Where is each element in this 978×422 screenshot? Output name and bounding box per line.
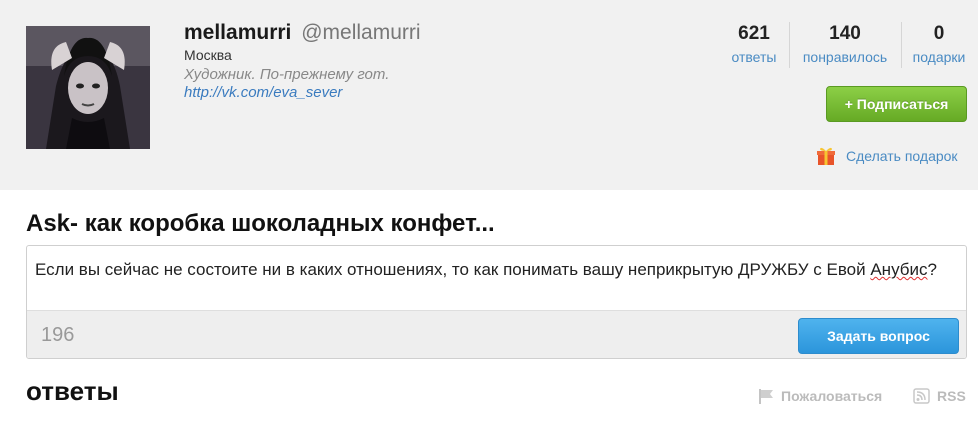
ask-question-button[interactable]: Задать вопрос	[798, 318, 959, 354]
stat-likes[interactable]: 140 понравилось	[797, 22, 893, 68]
question-text-misspelled: Анубис	[870, 260, 928, 279]
profile-handle: @mellamurri	[301, 21, 421, 44]
stat-answers-value: 621	[738, 23, 770, 44]
profile-link[interactable]: http://vk.com/eva_sever	[184, 84, 342, 101]
rss-icon	[913, 388, 930, 404]
question-input[interactable]: Если вы сейчас не состоите ни в каких от…	[35, 258, 955, 281]
report-label: Пожаловаться	[781, 388, 883, 404]
profile-photo-icon	[26, 26, 150, 149]
stat-likes-value: 140	[829, 23, 861, 44]
ask-title: Ask- как коробка шоколадных конфет...	[26, 210, 495, 237]
flag-icon	[759, 389, 773, 404]
profile-header: mellamurri @mellamurri Москва Художник. …	[0, 0, 978, 190]
profile-name[interactable]: mellamurri	[184, 21, 291, 44]
avatar[interactable]	[26, 26, 150, 149]
stat-divider	[901, 22, 902, 68]
stat-gifts[interactable]: 0 подарки	[909, 22, 969, 68]
profile-city: Москва	[184, 47, 232, 63]
question-box[interactable]: Если вы сейчас не состоите ни в каких от…	[26, 245, 967, 359]
question-text-part2: ?	[927, 260, 937, 279]
gift-icon	[817, 147, 835, 165]
rss-label: RSS	[937, 388, 966, 404]
rss-link[interactable]: RSS	[913, 388, 966, 404]
stat-gifts-value: 0	[933, 23, 945, 44]
stat-answers[interactable]: 621 ответы	[728, 22, 780, 68]
question-text-part1: Если вы сейчас не состоите ни в каких от…	[35, 260, 871, 279]
profile-bio: Художник. По-прежнему гот.	[184, 66, 390, 83]
profile-name-line: mellamurri @mellamurri	[184, 21, 421, 45]
report-link[interactable]: Пожаловаться	[757, 388, 882, 404]
char-counter: 196	[41, 324, 75, 346]
follow-button[interactable]: + Подписаться	[826, 86, 967, 122]
question-footer: 196 Задать вопрос	[27, 310, 966, 358]
make-gift-link[interactable]: Сделать подарок	[816, 146, 958, 166]
answers-heading: ответы	[26, 376, 119, 406]
stat-gifts-label: подарки	[912, 49, 966, 65]
make-gift-label: Сделать подарок	[846, 148, 958, 164]
stat-answers-label: ответы	[731, 49, 777, 65]
stat-likes-label: понравилось	[802, 49, 888, 65]
stat-divider	[789, 22, 790, 68]
